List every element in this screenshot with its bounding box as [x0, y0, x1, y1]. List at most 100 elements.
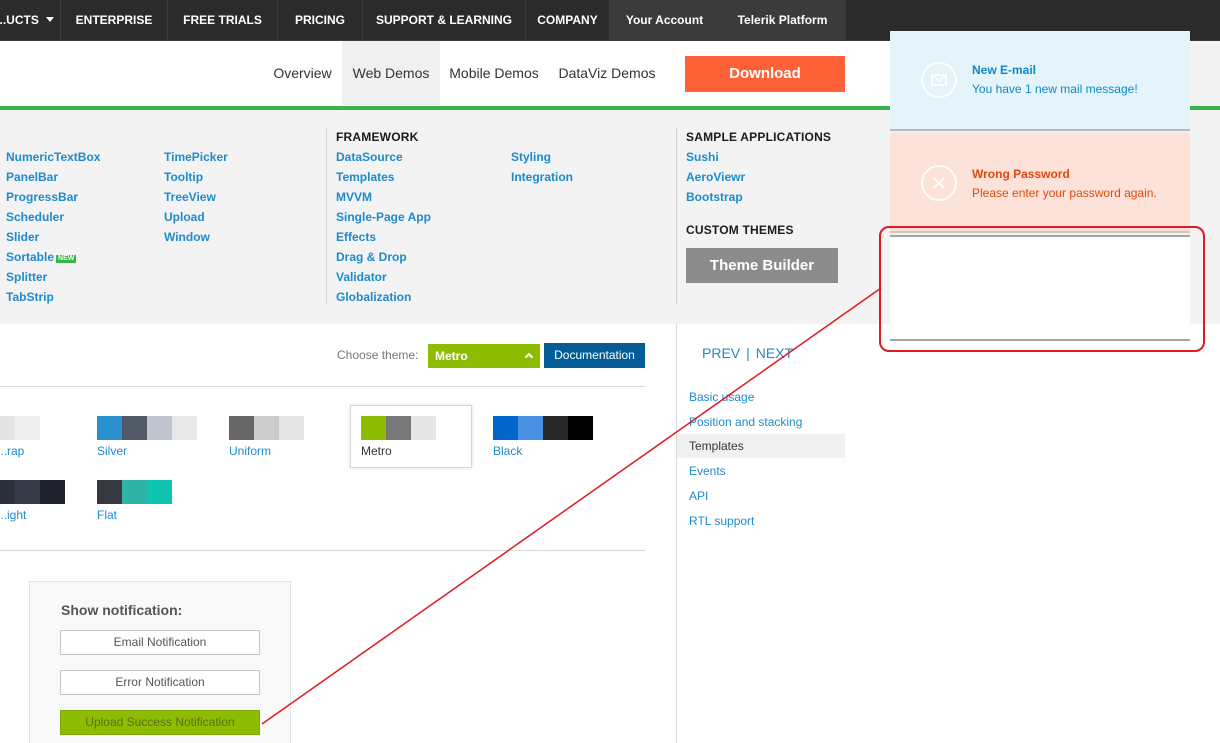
mail-icon-glyph — [931, 74, 947, 86]
nav-company[interactable]: COMPANY — [526, 0, 610, 41]
color-swatch — [279, 416, 304, 440]
prev-next-separator: | — [746, 345, 750, 361]
divider — [0, 386, 645, 387]
theme-name-flat[interactable]: Flat — [97, 508, 117, 522]
nav-pricing[interactable]: PRICING — [278, 0, 363, 41]
color-swatch — [40, 480, 65, 504]
menu-link[interactable]: Styling — [511, 147, 573, 167]
color-swatch — [97, 480, 122, 504]
menu-link[interactable]: Globalization — [336, 287, 431, 307]
error-notification-title: Wrong Password — [972, 167, 1070, 181]
next-link[interactable]: NEXT — [756, 345, 793, 361]
theme-name-uniform[interactable]: Uniform — [229, 444, 271, 458]
color-swatch — [493, 416, 518, 440]
samples-column: SAMPLE APPLICATIONS Sushi AeroViewr Boot… — [686, 127, 831, 207]
menu-link[interactable]: TimePicker — [164, 147, 228, 167]
theme-swatch-uniform[interactable] — [229, 416, 329, 440]
menu-link[interactable]: ProgressBar — [6, 187, 100, 207]
color-swatch — [0, 416, 15, 440]
menu-link[interactable]: Single-Page App — [336, 207, 431, 227]
theme-name-bootstrap[interactable]: ...rap — [0, 444, 24, 458]
theme-name-light[interactable]: ...ight — [0, 508, 26, 522]
nav-free-trials[interactable]: FREE TRIALS — [168, 0, 278, 41]
nav-enterprise[interactable]: ENTERPRISE — [61, 0, 168, 41]
nav-your-account[interactable]: Your Account — [610, 0, 720, 41]
subnav-dataviz-demos[interactable]: DataViz Demos — [548, 41, 666, 105]
choose-theme-label: Choose theme: — [337, 348, 419, 362]
menu-link[interactable]: NumericTextBox — [6, 147, 100, 167]
nav-support-learning[interactable]: SUPPORT & LEARNING — [363, 0, 526, 41]
menu-link[interactable]: Drag & Drop — [336, 247, 431, 267]
menu-link[interactable]: MVVM — [336, 187, 431, 207]
menu-link[interactable]: Tooltip — [164, 167, 228, 187]
color-swatch — [15, 416, 40, 440]
widgets-column-2: TimePicker Tooltip TreeView Upload Windo… — [164, 147, 228, 247]
menu-link[interactable]: Effects — [336, 227, 431, 247]
menu-link[interactable]: TreeView — [164, 187, 228, 207]
menu-link[interactable]: Templates — [336, 167, 431, 187]
chevron-up-icon — [524, 352, 534, 362]
menu-link[interactable]: AeroViewr — [686, 167, 831, 187]
documentation-button[interactable]: Documentation — [544, 343, 645, 368]
menu-link[interactable]: Bootstrap — [686, 187, 831, 207]
error-notification-text: Please enter your password again. — [972, 186, 1157, 200]
menu-link[interactable]: DataSource — [336, 147, 431, 167]
menu-link[interactable]: Integration — [511, 167, 573, 187]
nav-products[interactable]: ...UCTS — [0, 0, 61, 41]
subnav-mobile-demos[interactable]: Mobile Demos — [441, 41, 547, 105]
example-link-rtl-support[interactable]: RTL support — [689, 514, 754, 528]
color-swatch — [147, 416, 172, 440]
caret-down-icon — [45, 17, 54, 22]
prev-link[interactable]: PREV — [702, 345, 740, 361]
example-link-basic-usage[interactable]: Basic usage — [689, 390, 754, 404]
color-swatch — [122, 480, 147, 504]
menu-link[interactable]: PanelBar — [6, 167, 100, 187]
sidebar-separator — [676, 324, 677, 743]
theme-name-silver[interactable]: Silver — [97, 444, 127, 458]
theme-swatch-silver[interactable] — [97, 416, 197, 440]
menu-link[interactable]: Validator — [336, 267, 431, 287]
theme-swatch-flat[interactable] — [97, 480, 197, 504]
example-link-templates[interactable]: Templates — [689, 439, 744, 453]
example-link-api[interactable]: API — [689, 489, 708, 503]
menu-link-sortable[interactable]: Sortable NEW — [6, 247, 100, 267]
framework-column: FRAMEWORK DataSource Templates MVVM Sing… — [336, 127, 431, 307]
upload-success-notification-button[interactable]: Upload Success Notification — [60, 710, 260, 735]
menu-link[interactable]: Sushi — [686, 147, 831, 167]
menu-link[interactable]: Window — [164, 227, 228, 247]
menu-link[interactable]: Scheduler — [6, 207, 100, 227]
close-icon — [921, 165, 957, 201]
email-notification[interactable]: New E-mail You have 1 new mail message! — [890, 31, 1190, 131]
color-swatch — [386, 416, 411, 440]
theme-name-black[interactable]: Black — [493, 444, 522, 458]
new-badge: NEW — [56, 255, 77, 263]
error-notification[interactable]: Wrong Password Please enter your passwor… — [890, 133, 1190, 233]
theme-builder-button[interactable]: Theme Builder — [686, 248, 838, 283]
color-swatch — [229, 416, 254, 440]
subnav-overview[interactable]: Overview — [264, 41, 341, 105]
download-button[interactable]: Download — [685, 56, 845, 92]
theme-swatch-black[interactable] — [493, 416, 593, 440]
menu-link[interactable]: TabStrip — [6, 287, 100, 307]
theme-select[interactable]: Metro — [428, 344, 540, 368]
menu-link[interactable]: Upload — [164, 207, 228, 227]
color-swatch — [172, 416, 197, 440]
menu-link[interactable]: Splitter — [6, 267, 100, 287]
nav-telerik-platform[interactable]: Telerik Platform — [720, 0, 846, 41]
mail-icon — [921, 62, 957, 98]
close-icon-glyph — [933, 177, 945, 189]
theme-swatch-metro[interactable] — [361, 416, 461, 440]
color-swatch — [172, 480, 197, 504]
theme-swatch-bootstrap[interactable] — [0, 416, 65, 440]
theme-swatch-highcontrast[interactable] — [0, 480, 65, 504]
color-swatch — [361, 416, 386, 440]
example-link-events[interactable]: Events — [689, 464, 726, 478]
subnav-web-demos[interactable]: Web Demos — [342, 41, 440, 105]
example-link-position-stacking[interactable]: Position and stacking — [689, 415, 802, 429]
error-notification-button[interactable]: Error Notification — [60, 670, 260, 695]
menu-link[interactable]: Slider — [6, 227, 100, 247]
color-swatch — [254, 416, 279, 440]
email-notification-button[interactable]: Email Notification — [60, 630, 260, 655]
framework-heading: FRAMEWORK — [336, 130, 419, 144]
theme-name-metro[interactable]: Metro — [361, 444, 392, 458]
